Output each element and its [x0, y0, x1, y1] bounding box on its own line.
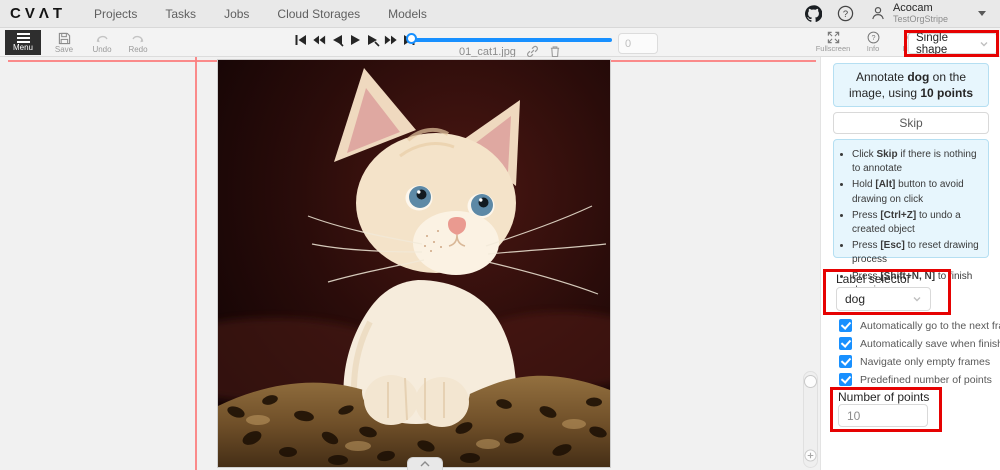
tip-item: Click Skip if there is nothing to annota… [852, 148, 984, 176]
checkbox-checked-icon [839, 373, 852, 386]
info-button[interactable]: ? Info [858, 31, 888, 53]
checkbox-auto-save[interactable]: Automatically save when finish [839, 337, 1000, 350]
annotation-instruction: Annotate dog on the image, using 10 poin… [833, 63, 989, 107]
play-button[interactable] [348, 33, 362, 47]
checkbox-predefined-points[interactable]: Predefined number of points [839, 373, 992, 386]
label-selector-value: dog [845, 292, 912, 306]
undo-button[interactable]: Undo [84, 30, 120, 55]
menu-button[interactable]: Menu [5, 30, 41, 55]
frame-image-cat[interactable] [218, 60, 610, 467]
label-selector-title: Label selector [836, 272, 911, 286]
chevron-down-icon [979, 39, 989, 49]
nav-item-models[interactable]: Models [388, 7, 427, 21]
current-filename: 01_cat1.jpg [459, 46, 516, 58]
collapse-bottom-panel-button[interactable] [407, 457, 443, 470]
tip-item: Press [Ctrl+Z] to undo a created object [852, 209, 984, 237]
cat-photo [218, 60, 610, 467]
checkbox-auto-next-frame[interactable]: Automatically go to the next frame [839, 319, 1000, 332]
single-shape-sidebar: Annotate dog on the image, using 10 poin… [820, 57, 1000, 470]
user-icon [869, 4, 887, 22]
annotation-tips: Click Skip if there is nothing to annota… [833, 139, 989, 258]
fullscreen-button[interactable]: Fullscreen [818, 31, 848, 53]
canvas-zoom-slider-handle[interactable] [804, 375, 817, 388]
help-icon[interactable]: ? [837, 4, 855, 22]
cvat-logo[interactable]: CVΛT [10, 5, 66, 22]
first-frame-button[interactable] [294, 33, 308, 47]
frame-slider-track[interactable] [412, 38, 612, 42]
target-points: 10 points [920, 86, 973, 100]
annotation-mode-value: Single shape [916, 32, 979, 56]
redo-button[interactable]: Redo [120, 30, 156, 55]
forward-jump-button[interactable] [384, 33, 398, 47]
checkbox-navigate-empty[interactable]: Navigate only empty frames [839, 355, 990, 368]
frame-slider-handle[interactable] [406, 33, 417, 44]
nav-item-projects[interactable]: Projects [94, 7, 137, 21]
svg-text:?: ? [843, 9, 848, 20]
annotation-mode-select[interactable]: Single shape [908, 33, 997, 54]
player-controls [294, 33, 416, 47]
user-organization: TestOrgStripe [893, 15, 948, 24]
hamburger-icon [17, 33, 30, 43]
zoom-in-icon[interactable] [804, 449, 817, 462]
nav-item-jobs[interactable]: Jobs [224, 7, 249, 21]
crosshair-vertical-guide [195, 57, 197, 470]
previous-frame-button[interactable] [330, 33, 344, 47]
user-menu[interactable]: Acocam TestOrgStripe [869, 3, 986, 24]
save-button[interactable]: Save [46, 30, 82, 55]
annotation-canvas[interactable] [0, 57, 819, 470]
nav-item-tasks[interactable]: Tasks [165, 7, 196, 21]
label-selector-dropdown[interactable]: dog [836, 287, 931, 311]
nav-item-cloud-storages[interactable]: Cloud Storages [277, 7, 360, 21]
frame-number-input[interactable] [618, 33, 658, 54]
top-navigation-bar: CVΛT Projects Tasks Jobs Cloud Storages … [0, 0, 1000, 28]
undo-icon [95, 32, 109, 45]
checkbox-checked-icon [839, 319, 852, 332]
backward-jump-button[interactable] [312, 33, 326, 47]
number-of-points-title: Number of points [838, 390, 929, 404]
skip-button[interactable]: Skip [833, 112, 989, 134]
redo-icon [131, 32, 145, 45]
checkbox-checked-icon [839, 355, 852, 368]
checkbox-checked-icon [839, 337, 852, 350]
svg-text:?: ? [871, 33, 875, 42]
tip-item: Hold [Alt] button to avoid drawing on cl… [852, 178, 984, 206]
chevron-up-icon [419, 460, 431, 468]
github-icon[interactable] [805, 4, 823, 22]
number-of-points-input[interactable] [838, 404, 928, 427]
next-frame-button[interactable] [366, 33, 380, 47]
target-label: dog [907, 70, 929, 84]
fullscreen-icon [827, 31, 840, 44]
chevron-down-icon [912, 294, 922, 304]
tip-item: Press [Esc] to reset drawing process [852, 239, 984, 267]
chevron-down-icon [978, 11, 986, 16]
user-name: Acocam [893, 3, 948, 15]
save-icon [58, 32, 71, 45]
info-icon: ? [867, 31, 880, 44]
